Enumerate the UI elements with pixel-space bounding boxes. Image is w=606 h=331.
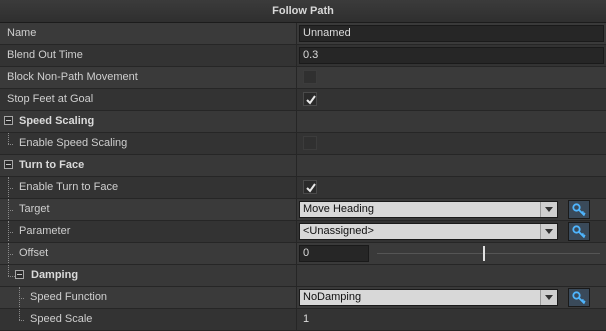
parameter-key-button[interactable] [568, 222, 590, 241]
row-enable-speed-scaling: Enable Speed Scaling [0, 133, 606, 155]
tree-line [8, 188, 13, 189]
tree-line [8, 232, 13, 233]
row-block-non-path-movement: Block Non-Path Movement [0, 67, 606, 89]
target-key-button[interactable] [568, 200, 590, 219]
parameter-dropdown[interactable]: <Unassigned> [299, 223, 558, 240]
target-dropdown[interactable]: Move Heading [299, 201, 558, 218]
tree-line [19, 309, 20, 320]
enable-turn-to-face-label: Enable Turn to Face [19, 181, 119, 193]
damping-label: Damping [31, 269, 79, 281]
checkmark-icon [306, 183, 316, 193]
blend-out-time-input[interactable]: 0.3 [299, 47, 604, 64]
tree-line [19, 320, 24, 321]
offset-slider-thumb[interactable] [483, 246, 485, 261]
key-icon [572, 203, 586, 217]
chevron-down-icon [545, 207, 553, 212]
key-icon [572, 225, 586, 239]
tree-line [8, 265, 9, 276]
speed-function-label: Speed Function [30, 291, 108, 303]
block-non-path-checkbox[interactable] [303, 70, 317, 84]
row-blend-out-time: Blend Out Time 0.3 [0, 45, 606, 67]
parameter-value: <Unassigned> [303, 225, 374, 237]
row-target: Target Move Heading [0, 199, 606, 221]
parameter-label: Parameter [19, 225, 71, 237]
name-label: Name [7, 27, 37, 39]
speed-function-key-button[interactable] [568, 288, 590, 307]
speed-function-value: NoDamping [303, 291, 362, 303]
tree-line [8, 254, 13, 255]
checkmark-icon [306, 95, 316, 105]
enable-speed-scaling-label: Enable Speed Scaling [19, 137, 128, 149]
enable-turn-to-face-checkbox[interactable] [303, 180, 317, 194]
chevron-down-icon [545, 229, 553, 234]
target-value: Move Heading [303, 203, 374, 215]
tree-line [8, 276, 15, 277]
block-non-path-label: Block Non-Path Movement [7, 71, 138, 83]
row-speed-scale: Speed Scale 1 [0, 309, 606, 331]
row-speed-function: Speed Function NoDamping [0, 287, 606, 309]
speed-scale-label: Speed Scale [30, 313, 93, 325]
row-damping-group[interactable]: Damping [0, 265, 606, 287]
speed-scaling-label: Speed Scaling [19, 115, 95, 127]
stop-feet-label: Stop Feet at Goal [7, 93, 94, 105]
row-enable-turn-to-face: Enable Turn to Face [0, 177, 606, 199]
offset-input[interactable]: 0 [299, 245, 369, 262]
row-offset: Offset 0 [0, 243, 606, 265]
name-input[interactable]: Unnamed [299, 25, 604, 42]
tree-line [8, 210, 13, 211]
stop-feet-checkbox[interactable] [303, 92, 317, 106]
collapse-turn-to-face-icon[interactable] [4, 160, 13, 169]
offset-slider-track[interactable] [377, 253, 600, 254]
panel-title: Follow Path [0, 0, 606, 23]
blend-out-time-label: Blend Out Time [7, 49, 83, 61]
key-icon [572, 291, 586, 305]
collapse-damping-icon[interactable] [15, 270, 24, 279]
collapse-speed-scaling-icon[interactable] [4, 116, 13, 125]
speed-function-dropdown[interactable]: NoDamping [299, 289, 558, 306]
row-parameter: Parameter <Unassigned> [0, 221, 606, 243]
enable-speed-scaling-checkbox[interactable] [303, 136, 317, 150]
row-turn-to-face-group[interactable]: Turn to Face [0, 155, 606, 177]
speed-scale-input[interactable]: 1 [299, 311, 604, 328]
tree-line [19, 298, 24, 299]
row-speed-scaling-group[interactable]: Speed Scaling [0, 111, 606, 133]
row-name: Name Unnamed [0, 23, 606, 45]
tree-line [8, 144, 13, 145]
tree-line [8, 133, 9, 144]
follow-path-panel: Follow Path Name Unnamed Blend Out Time … [0, 0, 606, 331]
chevron-down-icon [545, 295, 553, 300]
row-stop-feet-at-goal: Stop Feet at Goal [0, 89, 606, 111]
